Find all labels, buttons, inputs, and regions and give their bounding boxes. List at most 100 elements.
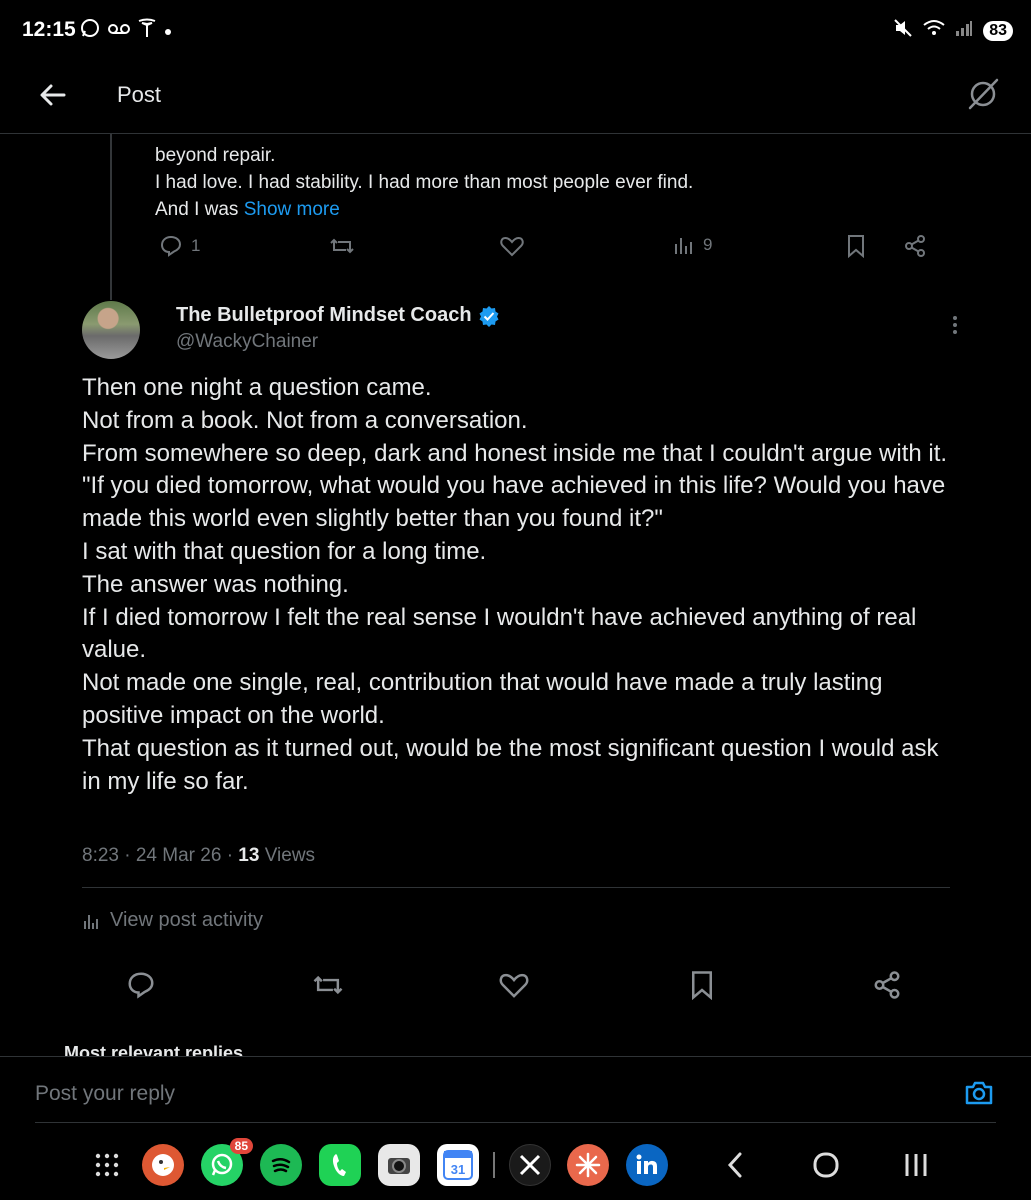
- reply-input[interactable]: [35, 1082, 835, 1106]
- spotify-app-icon[interactable]: [260, 1144, 302, 1186]
- linkedin-icon: [636, 1154, 657, 1174]
- dot-icon: [164, 20, 172, 42]
- author-handle[interactable]: @WackyChainer: [176, 331, 318, 353]
- x-app-icon[interactable]: [509, 1144, 551, 1186]
- phone-icon: [332, 1154, 346, 1176]
- repost-icon: [330, 238, 354, 254]
- nav-recents-button[interactable]: [895, 1144, 937, 1186]
- status-time: 12:15: [22, 18, 76, 41]
- post-line: "If you died tomorrow, what would you ha…: [82, 472, 946, 533]
- battery-level: 83: [983, 20, 1013, 41]
- tesla-icon: [138, 18, 156, 44]
- view-post-activity-link[interactable]: View post activity: [82, 909, 263, 932]
- reply-button[interactable]: 1: [159, 234, 200, 258]
- linkedin-app-icon[interactable]: [626, 1144, 668, 1186]
- previous-reply-actions: 1 9: [155, 234, 945, 268]
- claude-app-icon[interactable]: [567, 1144, 609, 1186]
- wifi-icon: [923, 19, 945, 42]
- author-name[interactable]: The Bulletproof Mindset Coach: [176, 304, 500, 327]
- like-button[interactable]: [499, 234, 525, 258]
- analytics-icon: [675, 238, 692, 254]
- app-drawer-button[interactable]: [86, 1144, 128, 1186]
- previous-reply-line: beyond repair.: [155, 145, 276, 166]
- status-right-icons: 83: [893, 18, 1013, 43]
- post-line: Not made one single, real, contribution …: [82, 669, 883, 729]
- bookmark-icon: [692, 971, 712, 1001]
- nav-home-button[interactable]: [805, 1144, 847, 1186]
- back-button[interactable]: [36, 78, 70, 112]
- show-more-link[interactable]: Show more: [244, 199, 340, 220]
- previous-reply-text: beyond repair. I had love. I had stabili…: [155, 142, 975, 223]
- post-line: That question as it turned out, would be…: [82, 734, 939, 795]
- post-line: Then one night a question came.: [82, 374, 432, 401]
- calendar-day: 31: [451, 1162, 465, 1177]
- more-vertical-icon: [953, 316, 957, 334]
- heart-icon: [500, 236, 524, 257]
- home-circle-icon: [813, 1152, 839, 1178]
- share-icon: [905, 235, 925, 257]
- post-timestamp: 8:23 · 24 Mar 26 ·: [82, 845, 239, 866]
- heart-icon: [499, 973, 529, 998]
- replies-sort-dropdown[interactable]: Most relevant replies: [64, 1043, 243, 1057]
- divider: [35, 1122, 996, 1123]
- dock-separator: [493, 1152, 495, 1178]
- recents-icon: [905, 1154, 927, 1176]
- repost-button[interactable]: [312, 970, 344, 1005]
- whatsapp-app-icon[interactable]: 85: [201, 1138, 253, 1186]
- share-button[interactable]: [872, 970, 902, 1005]
- camera-button[interactable]: [963, 1077, 995, 1109]
- more-options-button[interactable]: [944, 312, 966, 340]
- post-views-label: Views: [259, 845, 316, 866]
- reply-icon: [128, 972, 154, 999]
- grok-icon: [968, 78, 999, 110]
- post-meta: 8:23 · 24 Mar 26 · 13 Views: [82, 845, 315, 867]
- calendar-icon: 31: [443, 1150, 473, 1180]
- share-button[interactable]: [903, 234, 927, 258]
- previous-reply-fragment: And I was: [155, 199, 244, 220]
- app-dock: 85 31: [0, 1136, 1031, 1200]
- status-left-icons: [80, 18, 172, 44]
- avatar[interactable]: [82, 301, 140, 359]
- post-actions: [82, 970, 950, 1006]
- divider: [82, 887, 950, 888]
- share-icon: [874, 971, 900, 999]
- duckduckgo-app-icon[interactable]: [142, 1144, 184, 1186]
- camera-lens-icon: [388, 1158, 410, 1174]
- notification-badge: 85: [229, 1138, 253, 1154]
- analytics-icon: [84, 914, 98, 929]
- page-title: Post: [117, 82, 162, 107]
- spotify-icon: [271, 1158, 291, 1173]
- post-line: Not from a book. Not from a conversation…: [82, 406, 528, 434]
- post-views-number: 13: [238, 845, 260, 866]
- arrow-left-icon: [40, 84, 66, 106]
- camera-icon: [965, 1081, 993, 1105]
- post-text: Then one night a question came. Not from…: [82, 372, 962, 798]
- repost-icon: [313, 975, 343, 995]
- post-line: I sat with that question for a long time…: [82, 537, 487, 565]
- views-count: 9: [703, 235, 713, 254]
- reply-icon: [160, 235, 182, 257]
- bookmark-button[interactable]: [688, 970, 716, 1005]
- reply-count: 1: [191, 236, 201, 255]
- view-post-activity-label: View post activity: [110, 909, 264, 931]
- views-button[interactable]: 9: [673, 234, 712, 256]
- nav-back-button[interactable]: [714, 1144, 756, 1186]
- page-header: Post: [0, 62, 1031, 134]
- chevron-left-icon: [727, 1152, 742, 1178]
- camera-app-icon[interactable]: [378, 1144, 420, 1186]
- author-name-text: The Bulletproof Mindset Coach: [176, 304, 472, 326]
- like-button[interactable]: [498, 970, 530, 1005]
- phone-app-icon[interactable]: [319, 1144, 361, 1186]
- whatsapp-icon: [80, 18, 100, 44]
- reply-button[interactable]: [126, 970, 156, 1005]
- repost-button[interactable]: [329, 234, 355, 258]
- previous-reply-line: I had love. I had stability. I had more …: [155, 172, 694, 193]
- sunburst-icon: [575, 1152, 601, 1178]
- post-line: From somewhere so deep, dark and honest …: [82, 439, 948, 467]
- reply-composer: [0, 1056, 1031, 1126]
- bookmark-icon: [848, 235, 864, 258]
- previous-reply-line: And I was Show more: [155, 196, 975, 223]
- bookmark-button[interactable]: [845, 234, 867, 258]
- grok-button[interactable]: [965, 76, 1001, 112]
- calendar-app-icon[interactable]: 31: [437, 1144, 479, 1186]
